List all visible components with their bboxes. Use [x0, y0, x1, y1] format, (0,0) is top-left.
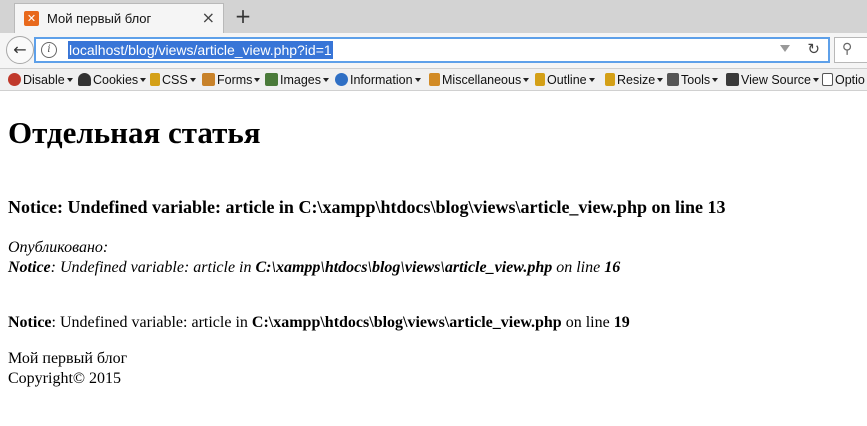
view-source-icon	[726, 73, 739, 86]
info-icon[interactable]: i	[41, 42, 57, 58]
notice-line-number: 16	[604, 259, 621, 276]
toolbar-miscellaneous[interactable]: Miscellaneous	[429, 71, 530, 89]
toolbar-images[interactable]: Images	[265, 71, 329, 89]
toolbar-information[interactable]: Information	[335, 71, 421, 89]
chevron-down-icon	[657, 78, 664, 82]
toolbar-css[interactable]: CSS	[150, 71, 196, 89]
url-bar[interactable]: i localhost/blog/views/article_view.php?…	[34, 37, 830, 63]
footer-blog-name: Мой первый блог	[8, 350, 128, 367]
notice-line-16: Notice: Undefined variable: article in C…	[8, 258, 620, 278]
notice-line-19: Notice: Undefined variable: article in C…	[8, 314, 630, 332]
notice-path: C:\xampp\htdocs\blog\views\article_view.…	[251, 314, 562, 331]
chevron-down-icon	[812, 78, 819, 82]
resize-icon	[605, 73, 615, 86]
outline-icon	[535, 73, 545, 86]
images-icon	[265, 73, 278, 86]
notice-on-line: on line	[561, 314, 614, 331]
chevron-down-icon	[523, 78, 530, 82]
toolbar-forms[interactable]: Forms	[202, 71, 261, 89]
url-text[interactable]: localhost/blog/views/article_view.php?id…	[68, 41, 333, 59]
notice-heading: Notice: Undefined variable: article in C…	[8, 197, 726, 217]
reload-icon[interactable]: ↻	[807, 40, 820, 58]
css-icon	[150, 73, 160, 86]
notice-word: Notice	[8, 259, 51, 276]
notice-path: C:\xampp\htdocs\blog\views\article_view.…	[255, 259, 553, 276]
toolbar-disable[interactable]: Disable	[8, 71, 73, 89]
xampp-favicon-icon: ✕	[24, 11, 39, 26]
chevron-down-icon	[414, 78, 421, 82]
chevron-down-icon	[66, 78, 73, 82]
toolbar-label: Tools	[681, 73, 711, 87]
footer-copyright: Copyright© 2015	[8, 370, 122, 387]
toolbar-label: Outline	[547, 73, 587, 87]
toolbar-label: View Source	[741, 73, 811, 87]
search-icon: ⚲	[842, 41, 853, 57]
web-developer-toolbar: Disable Cookies CSS Forms Images Informa…	[0, 69, 867, 91]
chevron-down-icon	[712, 78, 719, 82]
published-label: Опубликовано:	[8, 239, 109, 256]
notice-line-number: 19	[613, 314, 630, 331]
toolbar-label: Forms	[217, 73, 253, 87]
toolbar-view-source[interactable]: View Source	[726, 71, 819, 89]
toolbar-label: Resize	[617, 73, 656, 87]
notice-on-line: on line	[552, 259, 605, 276]
tab-title: Мой первый блог	[47, 11, 152, 26]
toolbar-label: Images	[280, 73, 321, 87]
new-tab-button[interactable]: +	[232, 4, 254, 28]
back-button[interactable]: ←	[6, 36, 34, 64]
page-title: Отдельная статья	[8, 115, 261, 150]
chevron-down-icon	[254, 78, 261, 82]
url-dropdown-icon[interactable]	[780, 45, 790, 52]
toolbar-label: Cookies	[93, 73, 139, 87]
chevron-down-icon	[323, 78, 329, 82]
search-box[interactable]: ⚲	[834, 37, 867, 63]
published-block: Опубликовано: Notice: Undefined variable…	[8, 238, 620, 278]
toolbar-options[interactable]: Optio	[822, 71, 865, 89]
toolbar-resize[interactable]: Resize	[605, 71, 664, 89]
toolbar-label: Optio	[835, 73, 865, 87]
toolbar-cookies[interactable]: Cookies	[78, 71, 147, 89]
options-icon	[822, 73, 833, 86]
tools-icon	[667, 73, 679, 86]
toolbar-label: Miscellaneous	[442, 73, 522, 87]
navigation-bar: ← i localhost/blog/views/article_view.ph…	[0, 33, 867, 69]
notice-word: Notice	[8, 314, 52, 331]
toolbar-label: Information	[350, 73, 413, 87]
toolbar-label: CSS	[162, 73, 188, 87]
information-icon	[335, 73, 348, 86]
forms-icon	[202, 73, 215, 86]
notice-text: : Undefined variable: article in	[51, 314, 252, 331]
chevron-down-icon	[588, 78, 595, 82]
tab-close-icon[interactable]: ×	[202, 9, 215, 27]
tab-strip: ✕ Мой первый блог × +	[0, 0, 867, 33]
disable-icon	[8, 73, 21, 86]
chevron-down-icon	[140, 78, 147, 82]
chevron-down-icon	[189, 78, 196, 82]
page-footer: Мой первый блог Copyright© 2015	[8, 349, 127, 389]
miscellaneous-icon	[429, 73, 440, 86]
toolbar-label: Disable	[23, 73, 65, 87]
toolbar-outline[interactable]: Outline	[535, 71, 595, 89]
cookies-icon	[78, 73, 91, 86]
browser-tab[interactable]: ✕ Мой первый блог ×	[14, 3, 224, 33]
toolbar-tools[interactable]: Tools	[667, 71, 719, 89]
notice-text: : Undefined variable: article in	[50, 259, 256, 276]
